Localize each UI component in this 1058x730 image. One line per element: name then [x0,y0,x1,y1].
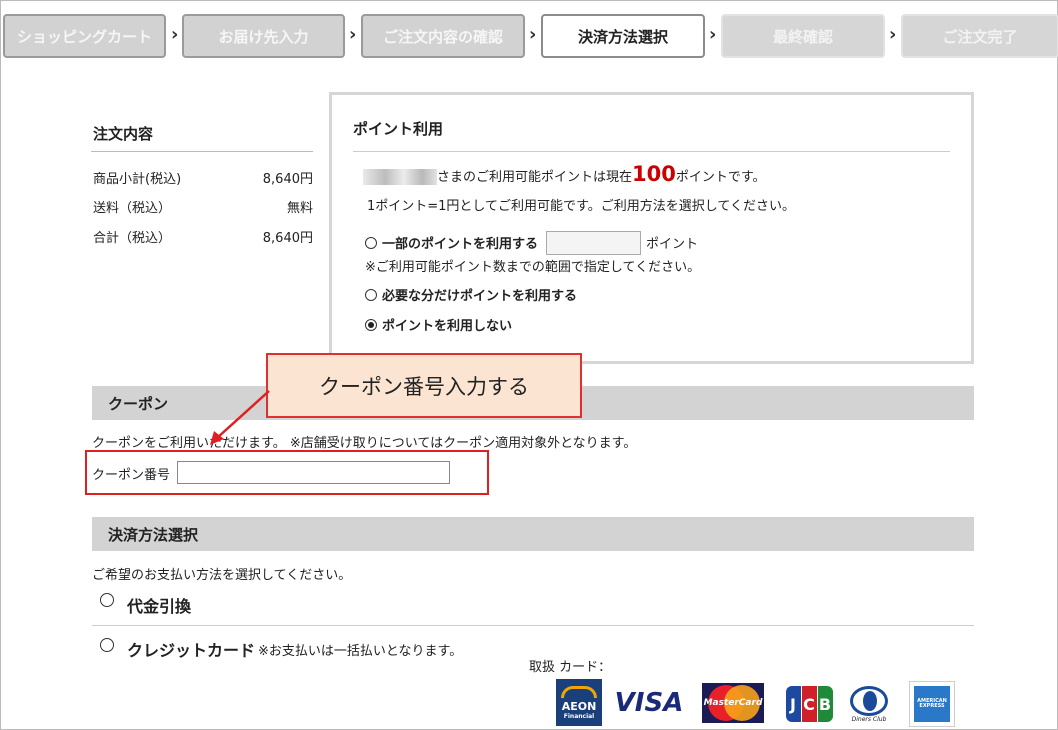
available-points-prefix: さまのご利用可能ポイントは現在 [437,170,633,185]
radio-cash-on-delivery[interactable] [100,593,114,607]
payment-note: ご希望のお支払い方法を選択してください。 [92,568,352,583]
aeon-card-name: AEON [561,699,597,713]
visa-card-icon: VISA [614,688,684,718]
points-option-none-label: ポイントを利用しない [382,319,513,334]
diners-card-name: Diners Club [851,715,887,723]
step-payment-method: 決済方法選択 [541,14,705,58]
step-separator-icon: › [889,24,897,45]
payment-method-credit-card[interactable]: クレジットカード [127,637,255,661]
step-separator-icon: › [349,24,357,45]
points-option-needed[interactable]: 必要な分だけポイントを利用する [365,285,577,304]
points-partial-note: ※ご利用可能ポイント数までの範囲で指定してください。 [365,260,701,275]
amex-card-icon: AMERICAN EXPRESS [909,681,955,727]
radio-needed-points[interactable] [365,289,377,301]
payment-method-cod[interactable]: 代金引換 [127,593,191,617]
points-rate-note: 1ポイント=1円としてご利用可能です。ご利用方法を選択してください。 [367,199,795,214]
step-delivery-address: お届け先入力 [182,14,345,58]
partial-points-input[interactable] [546,231,641,255]
points-option-partial-label: 一部のポイントを利用する [382,237,539,252]
divider [92,625,974,626]
points-option-partial[interactable]: 一部のポイントを利用する [365,233,538,252]
summary-row-value: 8,640円 [262,231,313,246]
payment-section-header: 決済方法選択 [92,517,974,551]
summary-row-value: 8,640円 [262,172,313,187]
summary-row-label: 合計（税込） [93,231,172,246]
summary-row: 送料（税込） 無料 [93,197,313,216]
step-order-confirm: ご注文内容の確認 [361,14,525,58]
annotation-callout: クーポン番号入力する [266,353,582,418]
available-points-text: さまのご利用可能ポイントは現在100ポイントです。 [437,162,766,186]
points-unit-label: ポイント [646,237,699,252]
order-summary-title: 注文内容 [93,125,154,143]
accepted-cards-label: 取扱 カード： [529,660,612,675]
radio-partial-points[interactable] [365,237,377,249]
points-option-needed-label: 必要な分だけポイントを利用する [382,289,578,304]
step-shopping-cart: ショッピングカート [3,14,166,58]
coupon-note: クーポンをご利用いただけます。 ※店舗受け取りについてはクーポン適用対象外となり… [92,436,637,451]
radio-no-points[interactable] [365,319,377,331]
divider [353,151,950,152]
mastercard-name: MasterCard [703,698,763,708]
amex-card-name: AMERICAN EXPRESS [914,686,950,722]
summary-row-label: 送料（税込） [93,201,172,216]
available-points-suffix: ポイントです。 [675,170,766,185]
radio-credit-card[interactable] [100,638,114,652]
step-order-complete: ご注文完了 [901,14,1058,58]
summary-row-label: 商品小計(税込) [93,172,182,187]
summary-row: 合計（税込） 8,640円 [93,227,313,246]
summary-row: 商品小計(税込) 8,640円 [93,168,313,187]
aeon-card-icon: AEON Financial [556,679,602,726]
jcb-card-icon: J C B [784,684,834,724]
available-points-value: 100 [632,162,676,186]
aeon-card-sub: Financial [563,712,595,720]
divider [91,151,313,152]
step-separator-icon: › [529,24,537,45]
step-final-confirm: 最終確認 [721,14,885,58]
mastercard-icon: MasterCard [702,683,764,723]
points-option-none[interactable]: ポイントを利用しない [365,315,512,334]
points-title: ポイント利用 [353,120,444,138]
summary-row-value: 無料 [286,201,313,216]
coupon-number-input[interactable] [177,461,450,484]
redacted-username [363,169,437,185]
step-separator-icon: › [171,24,179,45]
step-separator-icon: › [709,24,717,45]
checkout-steps: ショッピングカート › お届け先入力 › ご注文内容の確認 › 決済方法選択 ›… [1,14,1058,60]
coupon-field-label: クーポン番号 [92,468,171,483]
credit-card-note: ※お支払いは一括払いとなります。 [258,644,463,659]
diners-club-icon: Diners Club [846,679,892,729]
